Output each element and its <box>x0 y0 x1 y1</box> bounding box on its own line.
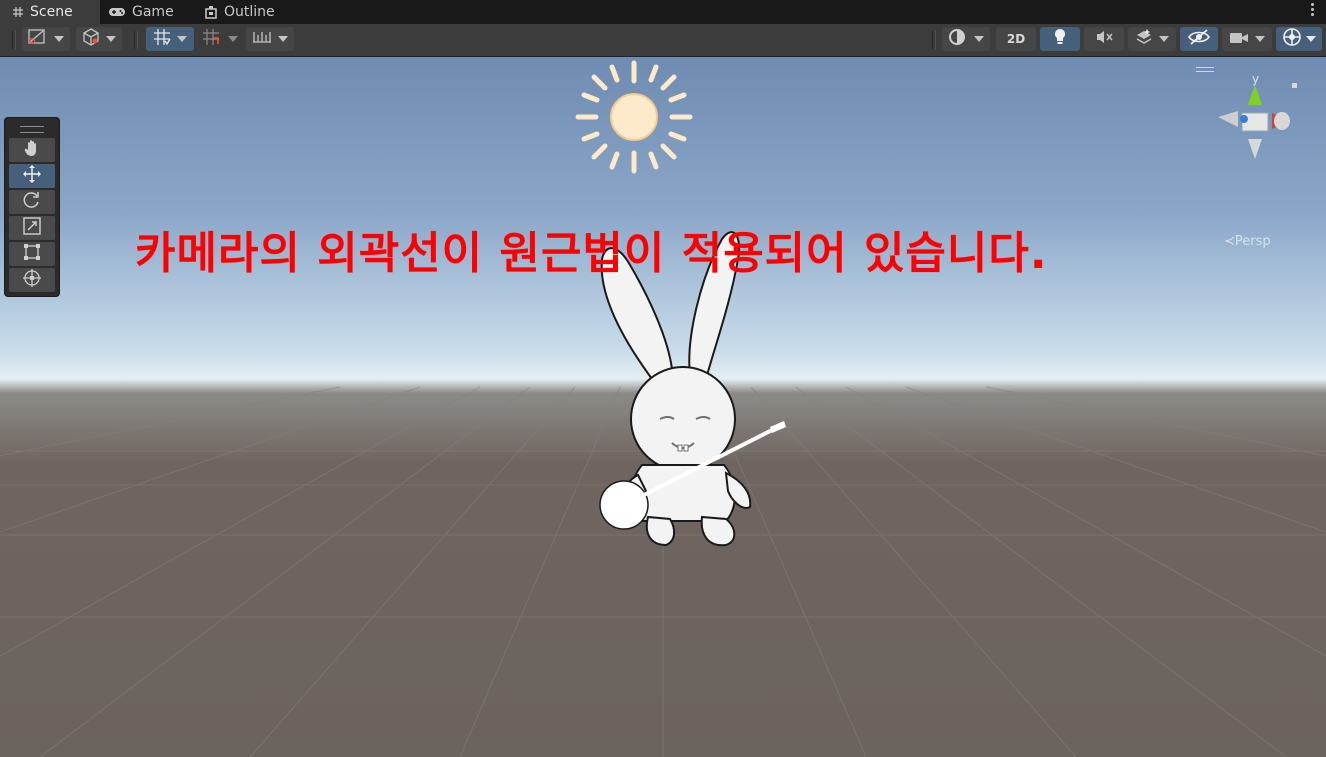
chevron-down-icon <box>1255 36 1265 42</box>
shading-dropdown[interactable] <box>76 27 122 51</box>
scene-tool-palette <box>4 117 60 297</box>
rotate-icon <box>23 191 41 213</box>
tab-game[interactable]: Game <box>108 0 198 24</box>
grid-snap-icon <box>153 28 171 50</box>
chevron-down-icon <box>974 36 984 42</box>
audio-toggle[interactable] <box>1084 27 1124 51</box>
audio-mute-icon <box>1095 29 1113 49</box>
more-options-icon[interactable] <box>1310 3 1314 19</box>
mode-2d-toggle[interactable]: 2D <box>996 27 1036 51</box>
chevron-down-icon <box>54 36 64 42</box>
directional-light-icon[interactable] <box>574 59 694 175</box>
tab-label: Scene <box>30 4 73 20</box>
ruler-dropdown[interactable] <box>246 27 294 51</box>
scene-toolbar: 2D <box>0 24 1326 57</box>
projection-label[interactable]: ≺Persp <box>1224 234 1271 249</box>
increment-snap-dropdown[interactable] <box>198 27 242 51</box>
lighting-icon <box>1053 28 1067 50</box>
grid-snap-dropdown[interactable] <box>146 27 194 51</box>
render-mode-icon <box>948 28 966 50</box>
tab-label: Game <box>132 4 174 20</box>
increment-snap-icon <box>202 28 222 50</box>
scale-icon <box>23 217 41 239</box>
transform-icon <box>22 268 42 292</box>
rect-tool-button[interactable] <box>9 242 55 266</box>
rotate-tool-button[interactable] <box>9 190 55 214</box>
outline-icon <box>204 5 218 19</box>
effects-layers-icon <box>1135 28 1153 50</box>
chevron-down-icon <box>177 36 187 42</box>
camera-dropdown[interactable] <box>1222 27 1272 51</box>
gizmo-axis-label: y <box>1252 72 1259 86</box>
editor-tab-bar: Scene Game Outline <box>0 0 1326 24</box>
transform-tool-button[interactable] <box>9 268 55 292</box>
chevron-left-icon: ≺ <box>1224 234 1235 249</box>
chevron-down-icon <box>278 36 288 42</box>
palette-drag-handle[interactable] <box>20 126 44 133</box>
chevron-down-icon <box>1306 36 1316 42</box>
hand-tool-button[interactable] <box>9 138 55 162</box>
tab-label: Outline <box>224 4 275 20</box>
draw-mode-dropdown[interactable] <box>22 27 70 51</box>
effects-dropdown[interactable] <box>1128 27 1176 51</box>
chevron-down-icon <box>228 36 238 42</box>
draw-mode-icon <box>28 29 46 49</box>
mode-2d-label: 2D <box>1006 32 1026 46</box>
overlay-caption: 카메라의 외곽선이 원근법이 적용되어 있습니다. <box>135 228 1048 279</box>
camera-icon <box>1229 30 1249 49</box>
orientation-gizmo[interactable]: y <box>1210 71 1310 201</box>
gizmos-dropdown[interactable] <box>1276 27 1322 51</box>
tab-outline[interactable]: Outline <box>204 0 304 24</box>
rect-transform-icon <box>23 243 41 265</box>
gamepad-icon <box>108 6 126 18</box>
ruler-icon <box>252 29 272 49</box>
move-icon <box>22 164 42 188</box>
scale-tool-button[interactable] <box>9 216 55 240</box>
hand-icon <box>23 139 41 161</box>
hidden-objects-toggle[interactable] <box>1180 27 1218 51</box>
move-tool-button[interactable] <box>9 164 55 188</box>
hidden-objects-icon <box>1188 29 1210 49</box>
toolbar-separator <box>134 31 138 49</box>
scene-viewport[interactable]: 카메라의 외곽선이 원근법이 적용되어 있습니다. y ≺Persp <box>0 57 1326 757</box>
chevron-down-icon <box>1159 36 1169 42</box>
gizmos-icon <box>1282 27 1302 51</box>
chevron-down-icon <box>106 36 116 42</box>
toolbar-separator <box>12 31 16 49</box>
shading-cube-icon <box>82 28 100 50</box>
render-mode-dropdown[interactable] <box>942 27 990 51</box>
lighting-toggle[interactable] <box>1040 27 1080 51</box>
tab-scene[interactable]: Scene <box>0 0 100 24</box>
toolbar-separator <box>932 31 936 49</box>
grid-hash-icon <box>12 6 24 18</box>
